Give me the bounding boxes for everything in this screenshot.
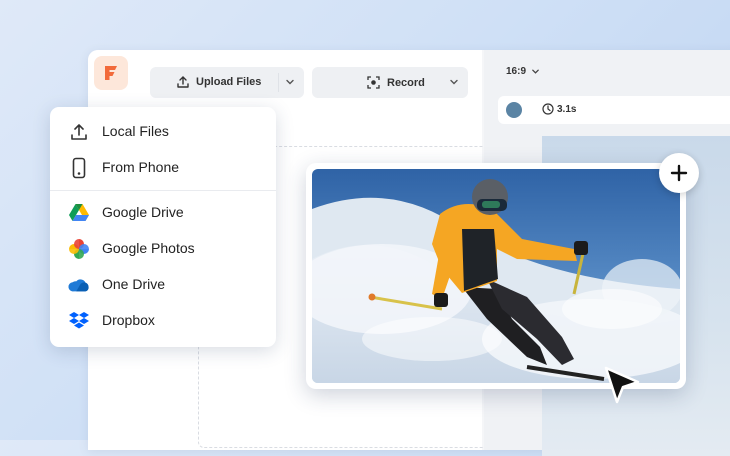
dropbox-icon: [68, 310, 90, 332]
menu-item-label: Google Photos: [102, 240, 195, 256]
toolbar-separator: [278, 73, 279, 92]
skier-photo: [312, 169, 680, 383]
chevron-down-icon[interactable]: [284, 76, 296, 88]
upload-icon: [177, 76, 189, 88]
menu-divider: [50, 190, 276, 191]
cursor-arrow-icon: [604, 366, 640, 404]
duration-control[interactable]: 3.1s: [542, 103, 576, 115]
upload-icon: [68, 121, 90, 143]
menu-item-label: Local Files: [102, 123, 169, 139]
google-drive-icon: [68, 202, 90, 224]
upload-files-button[interactable]: Upload Files: [150, 67, 304, 98]
clip-toolbar: 3.1s: [498, 96, 730, 124]
menu-item-onedrive[interactable]: One Drive: [50, 266, 276, 302]
record-button[interactable]: Record: [312, 67, 468, 98]
menu-item-google-photos[interactable]: Google Photos: [50, 230, 276, 266]
clock-icon: [542, 103, 554, 115]
google-photos-icon: [68, 238, 90, 260]
aspect-ratio-value: 16:9: [506, 66, 527, 77]
record-icon: [367, 76, 380, 89]
menu-item-local-files[interactable]: Local Files: [50, 113, 276, 149]
menu-item-from-phone[interactable]: From Phone: [50, 149, 276, 185]
logo-f-icon: [105, 66, 117, 80]
plus-icon: [670, 164, 688, 182]
menu-item-dropbox[interactable]: Dropbox: [50, 302, 276, 338]
add-button[interactable]: [659, 153, 699, 193]
menu-item-label: Google Drive: [102, 204, 184, 220]
dragged-media-card[interactable]: [306, 163, 686, 389]
menu-item-label: From Phone: [102, 159, 180, 175]
aspect-ratio-select[interactable]: 16:9: [506, 66, 540, 77]
app-logo[interactable]: [94, 56, 128, 90]
phone-icon: [68, 157, 90, 179]
upload-files-label: Upload Files: [196, 76, 262, 88]
onedrive-icon: [68, 274, 90, 296]
color-swatch[interactable]: [506, 102, 522, 118]
menu-item-label: Dropbox: [102, 312, 155, 328]
duration-value: 3.1s: [557, 103, 577, 115]
chevron-down-icon: [532, 69, 539, 74]
menu-item-label: One Drive: [102, 276, 166, 292]
record-label: Record: [387, 76, 425, 89]
menu-item-google-drive[interactable]: Google Drive: [50, 194, 276, 230]
chevron-down-icon[interactable]: [448, 76, 460, 88]
upload-menu: Local Files From Phone Google Drive Goog…: [50, 107, 276, 347]
